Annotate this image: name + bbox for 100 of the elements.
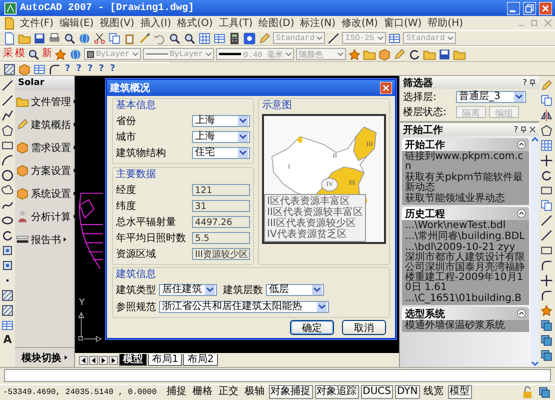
last-page-icon[interactable] xyxy=(109,356,118,364)
status-toggle[interactable]: DUCS xyxy=(360,385,393,399)
restore-icon[interactable] xyxy=(523,2,536,14)
menu-item[interactable]: 编辑(E) xyxy=(56,16,97,30)
module-menu-item[interactable]: 建筑概括 xyxy=(31,118,71,132)
menu-item[interactable]: 格式(O) xyxy=(174,16,216,30)
text-tool-button[interactable]: A xyxy=(3,334,12,346)
star-icon[interactable] xyxy=(348,48,362,60)
status-toggle[interactable]: 正交 xyxy=(216,385,241,399)
hatch-icon[interactable] xyxy=(1,304,14,317)
rotate-icon[interactable] xyxy=(540,169,553,182)
module-menu-item[interactable]: 分析计算 xyxy=(31,210,71,224)
status-toggle[interactable]: 栅格 xyxy=(190,385,215,399)
module-menu-item[interactable]: 方案设置 xyxy=(31,164,71,178)
link[interactable]: ...\Work\newTest.bdl xyxy=(405,221,526,231)
rectangle-icon[interactable] xyxy=(540,184,553,197)
link[interactable]: 获取节能领域业界动态 xyxy=(405,194,526,204)
copy-icon[interactable] xyxy=(540,199,553,212)
menu-item[interactable]: 帮助(H) xyxy=(424,16,466,30)
table-icon[interactable] xyxy=(1,319,14,332)
line-icon[interactable] xyxy=(1,94,14,107)
toolbar-button[interactable]: ? xyxy=(73,64,84,74)
layers-icon[interactable] xyxy=(540,349,553,362)
rectangle-icon[interactable] xyxy=(540,244,553,257)
module-switch-button[interactable]: 模块切换 xyxy=(22,350,62,364)
toolbar-button[interactable]: ? xyxy=(96,64,107,74)
link[interactable]: 模通外墙保温砂浆系统 xyxy=(405,321,526,331)
polygon-icon[interactable] xyxy=(1,124,14,137)
pin-icon[interactable] xyxy=(520,126,527,133)
dimension-style-icon[interactable] xyxy=(327,32,340,44)
ok-button[interactable]: 确定 xyxy=(290,320,334,335)
menu-item[interactable]: 标注(N) xyxy=(297,16,339,30)
circle-icon[interactable] xyxy=(1,169,14,182)
first-page-icon[interactable] xyxy=(79,356,88,364)
menu-item[interactable]: 插入(I) xyxy=(137,16,174,30)
lock-icon[interactable] xyxy=(521,386,534,398)
section-header[interactable]: 开始工作 xyxy=(402,138,529,151)
corner-icon[interactable] xyxy=(540,289,553,302)
menu-item[interactable]: 窗口(W) xyxy=(380,16,425,30)
next-page-icon[interactable] xyxy=(99,356,108,364)
layers-icon[interactable] xyxy=(538,386,551,398)
module-menu-item[interactable]: 文件管理 xyxy=(31,94,71,108)
minimize-icon[interactable] xyxy=(507,2,520,14)
polygon-icon[interactable] xyxy=(540,124,553,137)
line-icon[interactable] xyxy=(540,229,553,242)
line-icon[interactable] xyxy=(540,214,553,227)
line-icon[interactable] xyxy=(1,79,14,92)
arc-icon[interactable] xyxy=(1,154,14,167)
star-icon[interactable] xyxy=(54,48,67,60)
rotate-icon[interactable] xyxy=(1,229,14,242)
module-menu-item[interactable]: 需求设置 xyxy=(31,140,71,154)
zoom-icon[interactable] xyxy=(168,32,181,44)
corner-icon[interactable] xyxy=(48,62,61,76)
module-menu-item[interactable]: 系统设置 xyxy=(31,186,71,200)
mirror-icon[interactable] xyxy=(540,109,553,122)
star-icon[interactable] xyxy=(540,304,553,317)
menu-item[interactable]: 视图(V) xyxy=(96,16,138,30)
move-icon[interactable] xyxy=(540,274,553,287)
move-icon[interactable] xyxy=(540,154,553,167)
select-field[interactable]: 上海 xyxy=(192,115,250,127)
rectangle-icon[interactable] xyxy=(1,139,14,152)
select-field[interactable]: 上海 xyxy=(192,131,250,143)
readonly-field[interactable]: 31 xyxy=(192,200,250,212)
toolbar-button[interactable]: ? xyxy=(84,64,96,74)
readonly-field[interactable]: 5.5 xyxy=(192,232,250,244)
save-icon[interactable] xyxy=(33,32,46,44)
clipboard-icon[interactable] xyxy=(123,32,136,44)
layout-tab[interactable]: 布局2 xyxy=(183,354,218,366)
zoom-icon[interactable] xyxy=(183,32,196,44)
layers-icon[interactable] xyxy=(540,319,553,332)
status-toggle[interactable]: 线宽 xyxy=(422,385,446,399)
layers-icon[interactable] xyxy=(540,334,553,347)
menu-item[interactable]: 文件(F) xyxy=(17,16,57,30)
table-style-icon[interactable] xyxy=(388,32,402,44)
status-toggle[interactable]: 对象捕捉 xyxy=(268,385,313,399)
table-icon[interactable] xyxy=(33,62,46,76)
toolbar-button[interactable]: 模 xyxy=(14,48,26,60)
hatch-icon[interactable] xyxy=(1,289,14,302)
print-icon[interactable] xyxy=(48,32,61,44)
polyline-icon[interactable] xyxy=(1,109,14,122)
menu-item[interactable]: 绘图(D) xyxy=(256,16,298,30)
new-file-icon[interactable] xyxy=(3,32,16,44)
toolbar-button[interactable]: 新 xyxy=(41,48,53,60)
brush-icon[interactable] xyxy=(138,32,151,44)
scissors-icon[interactable] xyxy=(93,32,106,44)
pencil-icon[interactable] xyxy=(540,79,553,92)
status-toggle[interactable]: DYN xyxy=(394,385,420,399)
magnifier-icon[interactable] xyxy=(27,48,40,60)
spline-icon[interactable] xyxy=(1,199,14,212)
select-field[interactable]: 低层 xyxy=(266,284,324,296)
scroll-down-icon[interactable] xyxy=(531,359,539,367)
scroll-up-icon[interactable] xyxy=(531,136,539,144)
link[interactable]: ...\常州同睿\building.BDL xyxy=(405,232,526,242)
previous-page-icon[interactable] xyxy=(89,356,98,364)
save-icon[interactable] xyxy=(438,48,452,60)
select-field[interactable]: 浙江省公共和居住建筑太阳能热 xyxy=(159,301,329,313)
status-toggle[interactable]: 捕捉 xyxy=(164,385,189,399)
readonly-field[interactable]: III资源较少区 xyxy=(192,248,250,260)
block-icon[interactable] xyxy=(1,244,14,257)
corner-icon[interactable] xyxy=(540,259,553,272)
